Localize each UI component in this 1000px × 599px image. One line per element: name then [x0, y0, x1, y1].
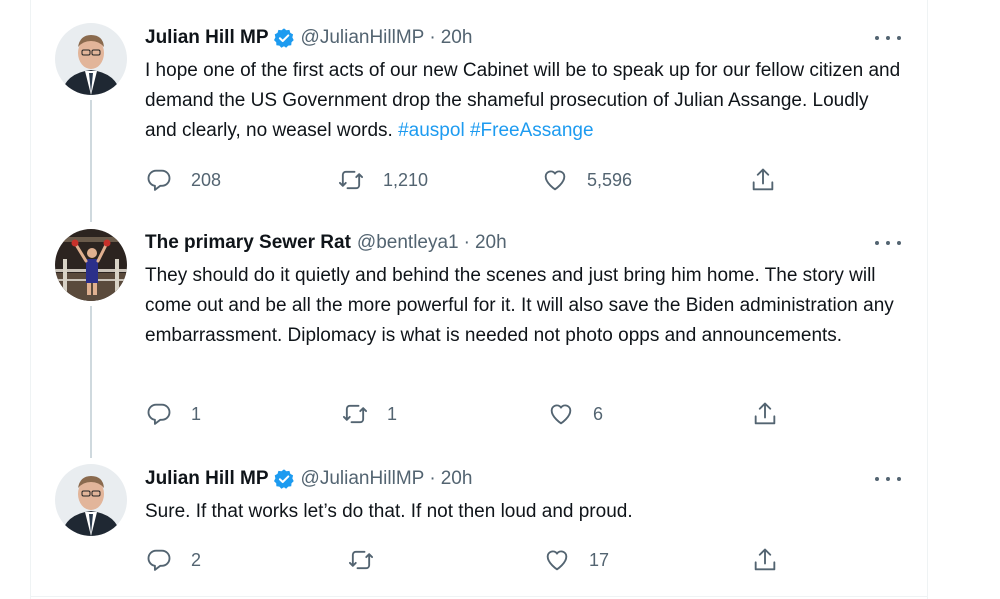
reply-icon — [147, 403, 171, 425]
thread-connector — [90, 100, 92, 222]
hashtag-link[interactable]: #auspol — [398, 120, 465, 141]
like-count: 17 — [589, 549, 610, 570]
reply-icon — [147, 549, 171, 571]
hashtag-link[interactable]: #FreeAssange — [470, 120, 594, 141]
reply-count: 208 — [191, 169, 222, 190]
share-icon — [754, 402, 776, 425]
separator-dot: · — [429, 27, 436, 48]
author-name[interactable]: Julian Hill MP — [145, 468, 269, 490]
retweet-button[interactable]: 1 — [341, 399, 397, 429]
tweet-actions: 1 1 6 — [145, 399, 795, 429]
divider — [31, 596, 927, 597]
like-button[interactable]: 17 — [543, 545, 609, 575]
avatar[interactable] — [55, 229, 127, 301]
retweet-icon — [338, 170, 364, 190]
author-handle[interactable]: @bentleya1 — [357, 232, 459, 254]
timeline-column: Julian Hill MP @JulianHillMP · 20h I hop… — [30, 0, 928, 599]
retweet-icon — [348, 550, 374, 570]
more-options-icon[interactable] — [875, 233, 901, 253]
reply-icon — [147, 169, 171, 191]
author-name[interactable]: The primary Sewer Rat — [145, 232, 351, 254]
retweet-icon — [342, 404, 368, 424]
like-count: 5,596 — [587, 169, 633, 190]
reply-count: 2 — [191, 549, 202, 570]
like-button[interactable]: 5,596 — [541, 165, 632, 195]
timestamp[interactable]: 20h — [441, 468, 473, 490]
author-handle[interactable]: @JulianHillMP — [301, 468, 425, 490]
share-icon — [752, 168, 774, 191]
author-name[interactable]: Julian Hill MP — [145, 27, 269, 49]
tweet-text: I hope one of the first acts of our new … — [145, 56, 905, 146]
retweet-count: 1 — [387, 403, 398, 424]
tweet-text: Sure. If that works let’s do that. If no… — [145, 501, 633, 522]
like-count: 6 — [593, 403, 604, 424]
share-button[interactable] — [751, 545, 779, 575]
more-options-icon[interactable] — [875, 28, 901, 48]
avatar[interactable] — [55, 464, 127, 536]
retweet-button[interactable] — [347, 545, 393, 575]
reply-count: 1 — [191, 403, 202, 424]
like-button[interactable]: 6 — [547, 399, 603, 429]
share-button[interactable] — [751, 399, 779, 429]
more-options-icon[interactable] — [875, 469, 901, 489]
reply-button[interactable]: 208 — [145, 165, 221, 195]
separator-dot: · — [429, 468, 436, 489]
verified-badge-icon — [273, 469, 294, 489]
verified-badge-icon — [273, 28, 294, 48]
timestamp[interactable]: 20h — [475, 232, 507, 254]
retweet-button[interactable]: 1,210 — [337, 165, 428, 195]
share-button[interactable] — [749, 165, 777, 195]
reply-button[interactable]: 1 — [145, 399, 201, 429]
reply-button[interactable]: 2 — [145, 545, 201, 575]
tweet-text: They should do it quietly and behind the… — [145, 265, 894, 346]
tweet-actions: 208 1,210 5,596 — [145, 165, 795, 195]
retweet-count: 1,210 — [383, 169, 429, 190]
separator-dot: · — [463, 232, 470, 253]
tweet-actions: 2 17 — [145, 545, 795, 575]
share-icon — [754, 548, 776, 571]
timestamp[interactable]: 20h — [441, 27, 473, 49]
heart-icon — [546, 550, 568, 571]
author-handle[interactable]: @JulianHillMP — [301, 27, 425, 49]
heart-icon — [550, 404, 572, 425]
thread-connector — [90, 306, 92, 458]
avatar[interactable] — [55, 23, 127, 95]
heart-icon — [544, 170, 566, 191]
